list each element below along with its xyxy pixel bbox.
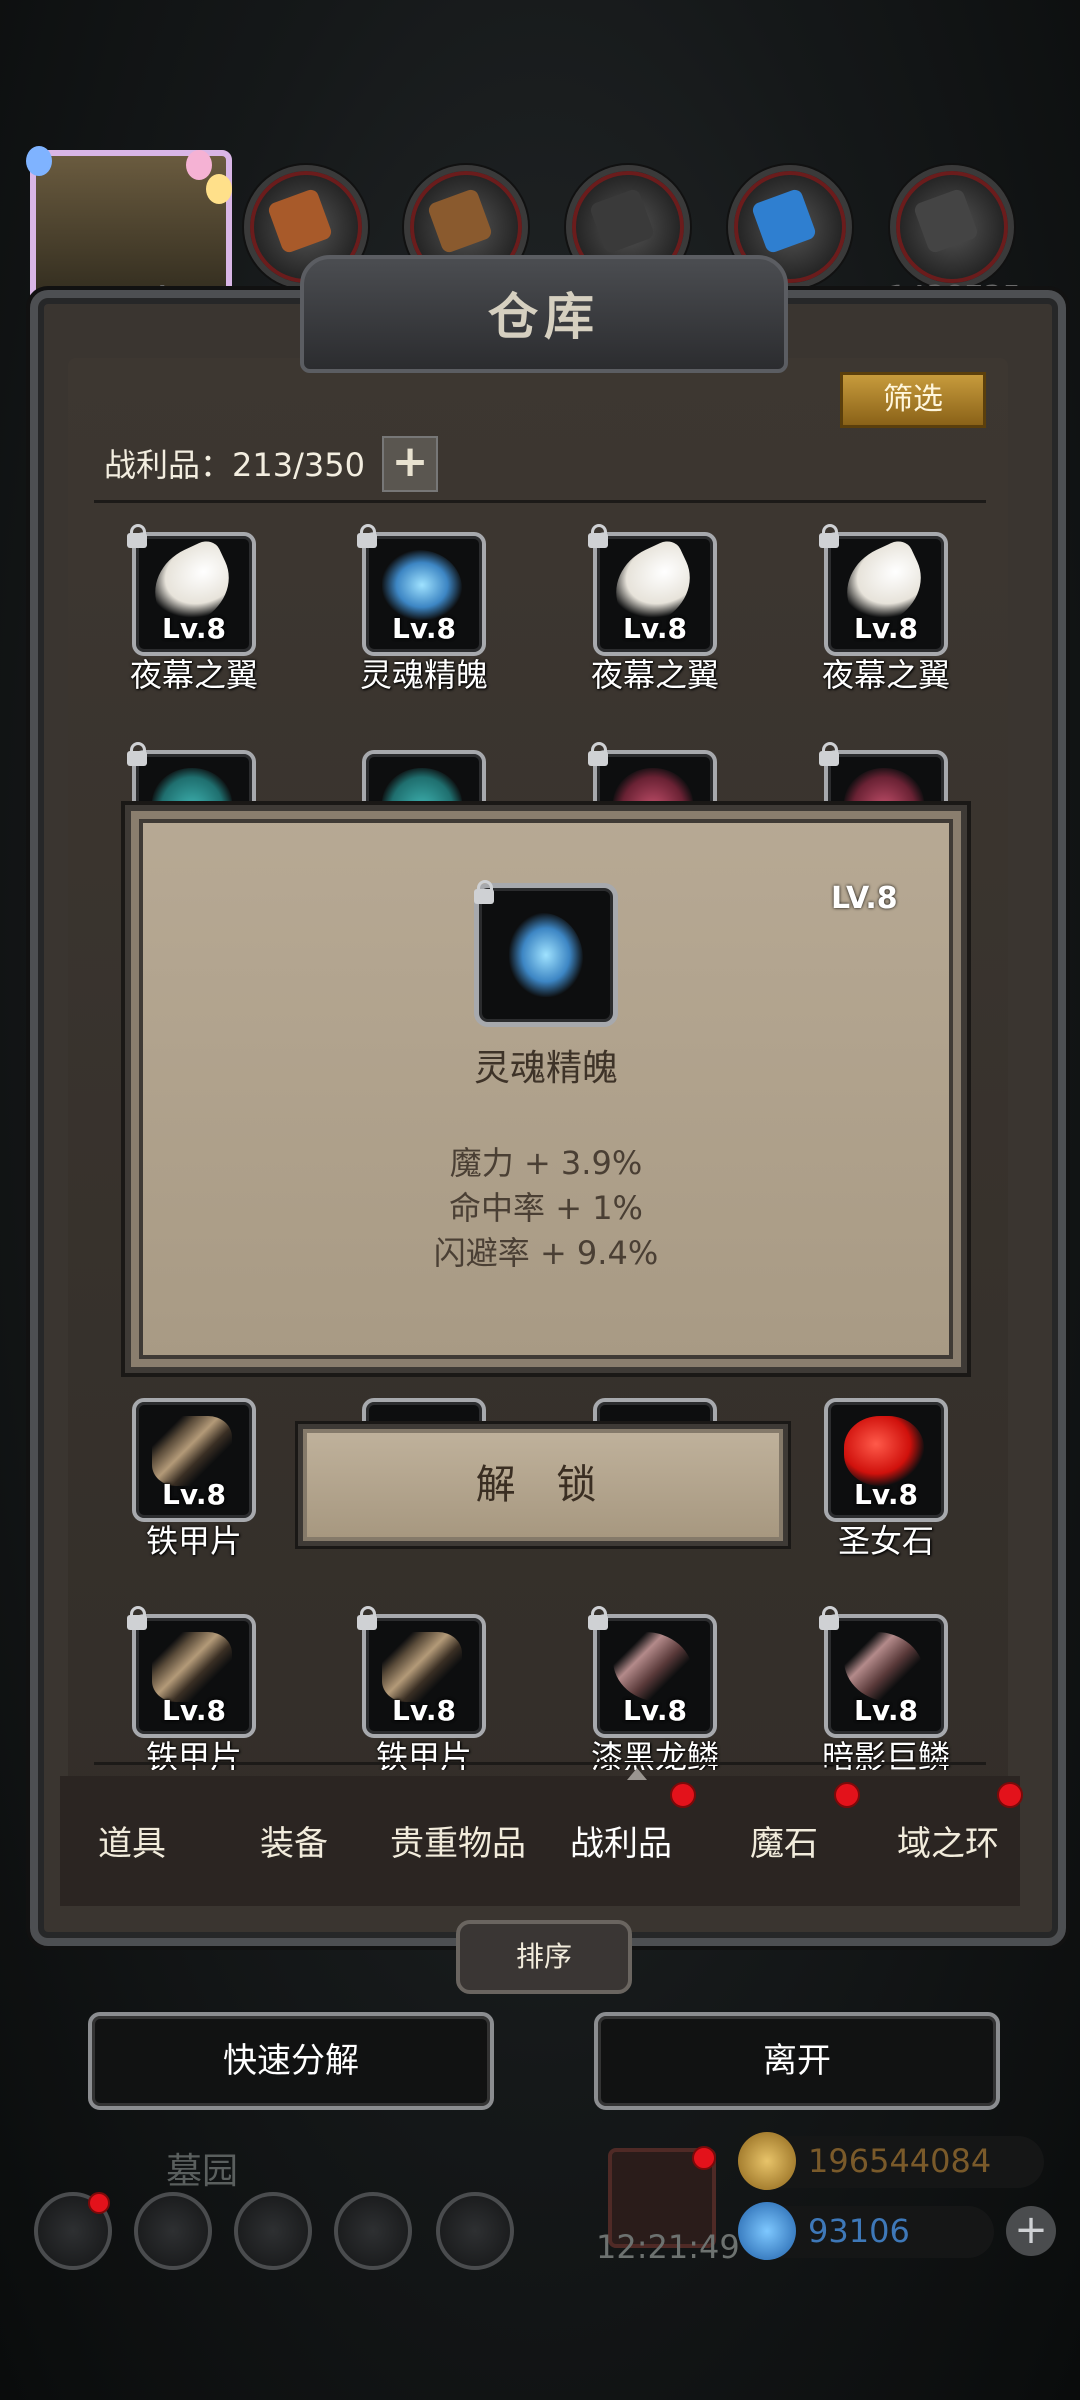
lock-icon	[473, 880, 495, 904]
filter-button[interactable]: 筛选	[840, 372, 986, 428]
detail-item-icon	[473, 880, 618, 1027]
lock-icon	[126, 524, 148, 548]
item-name: 夜幕之翼	[129, 656, 258, 694]
loot-item[interactable]: Lv.8 铁甲片	[127, 1606, 256, 1770]
loot-item[interactable]: Lv.8 铁甲片	[132, 1398, 256, 1560]
item-level: Lv.8	[854, 612, 918, 645]
balloon-icon	[26, 146, 52, 176]
tab-equipment[interactable]: 装备	[214, 1816, 374, 1865]
tab-valuables[interactable]: 贵重物品	[378, 1816, 538, 1865]
item-level: Lv.8	[623, 1694, 687, 1727]
armor-plate-icon	[152, 1416, 232, 1486]
item-level: Lv.8	[162, 612, 226, 645]
soul-icon	[509, 913, 583, 997]
gold-counter: 196544084	[738, 2132, 1044, 2190]
lock-icon	[587, 1606, 609, 1630]
menu-icon[interactable]	[436, 2192, 514, 2270]
item-detail-popup: LV.8 灵魂精魄 魔力 + 3.9% 命中率 + 1% 闪避率 + 9.4%	[125, 805, 967, 1373]
resource-slot[interactable]	[890, 165, 1014, 289]
mail-icon[interactable]	[334, 2192, 412, 2270]
armor-plate-icon	[382, 1632, 462, 1702]
divider	[94, 500, 986, 503]
area-name: 墓园	[166, 2151, 239, 2192]
notification-badge	[692, 2146, 716, 2170]
divider	[94, 1762, 986, 1765]
balloon-icon	[206, 174, 232, 204]
tab-items[interactable]: 道具	[52, 1816, 212, 1865]
item-level: Lv.8	[854, 1478, 918, 1511]
gold-value: 196544084	[808, 2142, 992, 2180]
settings-icon[interactable]	[34, 2192, 112, 2270]
tab-loot[interactable]: 战利品	[541, 1816, 701, 1865]
rank-icon[interactable]	[134, 2192, 212, 2270]
expand-capacity-button[interactable]: +	[382, 436, 438, 492]
item-name: 灵魂精魄	[359, 656, 488, 694]
quick-decompose-button[interactable]: 快速分解	[88, 2012, 494, 2110]
lock-icon	[818, 524, 840, 548]
tab-domain-ring[interactable]: 域之环	[868, 1816, 1028, 1865]
blue-gem-icon	[738, 2202, 796, 2260]
red-gem-icon	[844, 1416, 924, 1486]
loot-item[interactable]: Lv.8 灵魂精魄	[357, 524, 488, 694]
loot-item[interactable]: Lv.8 漆黑龙鳞	[588, 1606, 719, 1770]
stat-line: 闪避率 + 9.4%	[433, 1234, 659, 1272]
gold-coin-icon	[738, 2132, 796, 2190]
lock-icon	[356, 524, 378, 548]
item-level: Lv.8	[854, 1694, 918, 1727]
loot-item[interactable]: Lv.8 夜幕之翼	[588, 524, 719, 694]
leave-button[interactable]: 离开	[594, 2012, 1000, 2110]
item-level: Lv.8	[392, 1694, 456, 1727]
detail-level: LV.8	[831, 881, 898, 916]
loot-count-label: 战利品：213/350	[104, 446, 365, 484]
balloon-icon	[186, 150, 212, 180]
map-icon[interactable]	[234, 2192, 312, 2270]
sort-button[interactable]: 排序	[456, 1920, 632, 1994]
notification-badge	[670, 1782, 696, 1808]
stat-line: 命中率 + 1%	[449, 1189, 643, 1227]
item-name: 铁甲片	[145, 1522, 242, 1560]
item-level: Lv.8	[623, 612, 687, 645]
loot-item[interactable]: Lv.8 夜幕之翼	[819, 524, 950, 694]
item-name: 圣女石	[837, 1522, 934, 1560]
item-level: Lv.8	[162, 1694, 226, 1727]
player-avatar[interactable]	[26, 146, 232, 312]
active-tab-indicator	[627, 1768, 647, 1780]
notification-badge	[997, 1782, 1023, 1808]
gem-counter: 93106	[738, 2202, 994, 2260]
loot-item[interactable]: Lv.8 圣女石	[824, 1398, 948, 1560]
lock-icon	[356, 1606, 378, 1630]
lock-icon	[126, 1606, 148, 1630]
lock-icon	[818, 1606, 840, 1630]
tab-magic-stones[interactable]: 魔石	[704, 1816, 864, 1865]
notification-badge	[88, 2192, 110, 2214]
stat-line: 魔力 + 3.9%	[449, 1144, 643, 1182]
lock-icon	[126, 742, 148, 766]
loot-item[interactable]: Lv.8 铁甲片	[357, 1606, 486, 1770]
unlock-button[interactable]: 解 锁	[298, 1424, 788, 1546]
item-name: 夜幕之翼	[590, 656, 719, 694]
lock-icon	[818, 742, 840, 766]
lock-icon	[587, 742, 609, 766]
item-level: Lv.8	[392, 612, 456, 645]
armor-plate-icon	[152, 1632, 232, 1702]
loot-item[interactable]: Lv.8 暗影巨鳞	[819, 1606, 950, 1770]
title-frame: 仓库	[300, 255, 788, 373]
gem-value: 93106	[808, 2212, 910, 2250]
item-name: 夜幕之翼	[821, 656, 950, 694]
add-currency-button[interactable]: +	[1006, 2206, 1056, 2256]
loot-item[interactable]: Lv.8 夜幕之翼	[127, 524, 258, 694]
detail-name: 灵魂精魄	[473, 1048, 618, 1089]
event-timer: 12:21:49	[596, 2228, 740, 2266]
item-level: Lv.8	[162, 1478, 226, 1511]
lock-icon	[587, 524, 609, 548]
notification-badge	[834, 1782, 860, 1808]
page-title: 仓库	[488, 287, 600, 346]
detail-stats: 魔力 + 3.9% 命中率 + 1% 闪避率 + 9.4%	[131, 1141, 961, 1276]
